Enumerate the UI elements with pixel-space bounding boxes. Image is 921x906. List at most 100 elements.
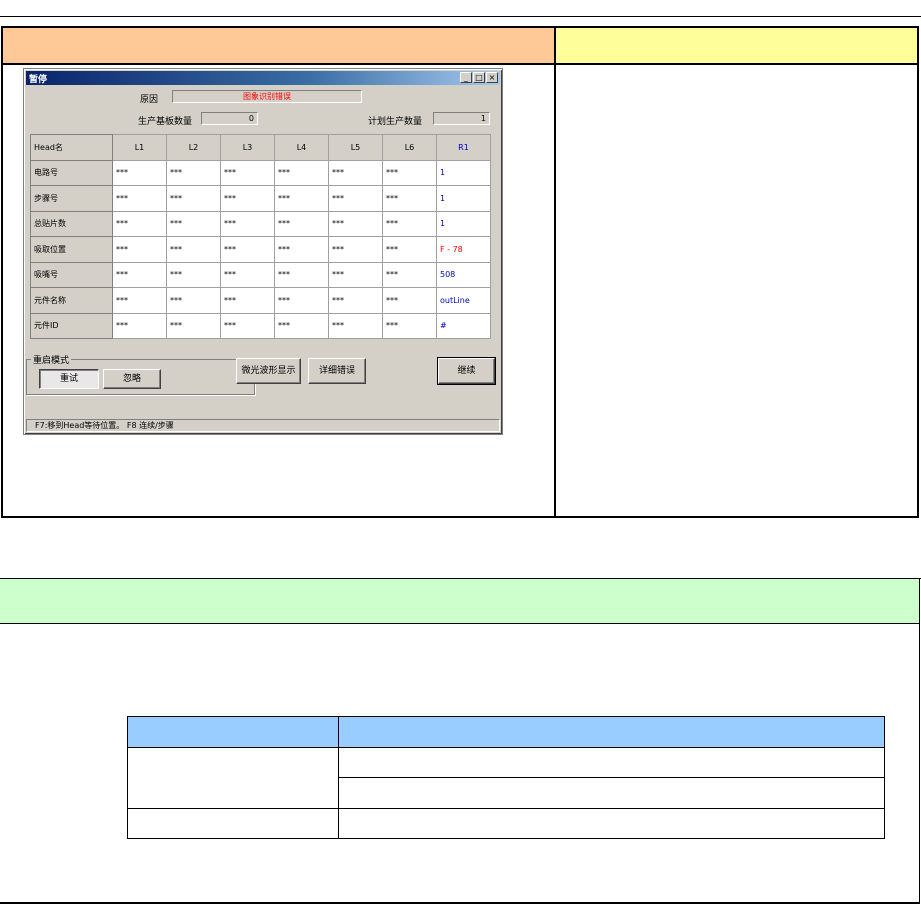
table-cell: *** bbox=[274, 210, 329, 237]
restart-mode-label: 重启模式 bbox=[31, 353, 72, 366]
column-header: R1 bbox=[436, 134, 491, 161]
info-cell bbox=[338, 777, 885, 809]
table-cell: *** bbox=[328, 159, 383, 186]
table-cell: F - 78 bbox=[436, 236, 491, 263]
table-cell: *** bbox=[220, 236, 275, 263]
info-table bbox=[127, 716, 885, 839]
table-cell: *** bbox=[328, 261, 383, 288]
close-icon[interactable]: × bbox=[486, 72, 498, 83]
skip-button[interactable]: 忽略 bbox=[103, 369, 161, 389]
table-cell: *** bbox=[382, 210, 437, 237]
retry-button[interactable]: 重试 bbox=[39, 369, 99, 389]
status-bar: F7:移到Head等待位置。 F8 连续/步骤 bbox=[26, 419, 500, 432]
info-cell bbox=[338, 746, 885, 778]
table-cell: *** bbox=[166, 287, 221, 314]
upper-right-header bbox=[556, 28, 917, 65]
table-cell: *** bbox=[274, 159, 329, 186]
table-cell: *** bbox=[274, 312, 329, 339]
table-cell: *** bbox=[328, 287, 383, 314]
column-header: L4 bbox=[274, 134, 329, 161]
continue-button[interactable]: 继续 bbox=[437, 357, 496, 385]
reason-field: 图象识别错误 bbox=[172, 90, 362, 103]
table-cell: *** bbox=[112, 261, 167, 288]
table-row: 吸取位置 *** *** *** *** *** *** F - 78 bbox=[30, 236, 491, 263]
table-cell: *** bbox=[220, 185, 275, 212]
table-cell: *** bbox=[274, 261, 329, 288]
table-cell: *** bbox=[166, 236, 221, 263]
detail-error-button[interactable]: 详细错误 bbox=[308, 358, 366, 384]
row-header: 吸嘴号 bbox=[30, 261, 113, 288]
dialog-title: 暂停 bbox=[29, 75, 48, 85]
upper-left-header bbox=[3, 28, 556, 65]
column-header: L1 bbox=[112, 134, 167, 161]
table-cell: *** bbox=[112, 159, 167, 186]
column-header: L2 bbox=[166, 134, 221, 161]
produced-count-label: 生产基板数量 bbox=[138, 117, 193, 127]
info-table-header-row bbox=[127, 716, 885, 748]
row-header: 元件ID bbox=[30, 312, 113, 339]
table-row: 步骤号 *** *** *** *** *** *** 1 bbox=[30, 185, 491, 212]
table-cell: *** bbox=[328, 210, 383, 237]
table-cell: *** bbox=[166, 210, 221, 237]
info-table-row bbox=[127, 746, 885, 809]
table-cell: 1 bbox=[436, 210, 491, 237]
table-cell: *** bbox=[274, 185, 329, 212]
minimize-icon[interactable]: _ bbox=[460, 72, 472, 83]
restart-mode-group: 重启模式 重试 忽略 bbox=[26, 353, 255, 395]
table-cell: *** bbox=[166, 261, 221, 288]
table-cell: *** bbox=[382, 312, 437, 339]
row-header: 电路号 bbox=[30, 159, 113, 186]
column-divider bbox=[554, 65, 556, 516]
column-header: L6 bbox=[382, 134, 437, 161]
table-cell: 1 bbox=[436, 185, 491, 212]
table-row: 元件ID *** *** *** *** *** *** # bbox=[30, 312, 491, 339]
dialog-titlebar: 暂停 _ □ × bbox=[26, 71, 500, 85]
pause-dialog: 暂停 _ □ × 原因 图象识别错误 生产基板数量 0 计划生产数量 1 Hea… bbox=[23, 68, 503, 435]
table-cell: *** bbox=[166, 312, 221, 339]
row-header: 总贴片数 bbox=[30, 210, 113, 237]
row-header: 元件名称 bbox=[30, 287, 113, 314]
table-cell: *** bbox=[166, 159, 221, 186]
table-corner: Head名 bbox=[30, 134, 113, 161]
table-header-row: Head名 L1 L2 L3 L4 L5 L6 R1 bbox=[30, 134, 491, 161]
table-cell: *** bbox=[274, 287, 329, 314]
table-cell: *** bbox=[328, 236, 383, 263]
table-cell: *** bbox=[274, 236, 329, 263]
row-header: 吸取位置 bbox=[30, 236, 113, 263]
table-cell: *** bbox=[112, 236, 167, 263]
planned-count-label: 计划生产数量 bbox=[368, 117, 423, 127]
row-header: 步骤号 bbox=[30, 185, 113, 212]
info-cell bbox=[338, 807, 885, 839]
table-cell: *** bbox=[112, 185, 167, 212]
table-cell: *** bbox=[220, 159, 275, 186]
produced-count-field: 0 bbox=[201, 112, 258, 125]
info-table-row bbox=[127, 807, 885, 839]
column-header: L5 bbox=[328, 134, 383, 161]
table-cell: 508 bbox=[436, 261, 491, 288]
info-cell bbox=[127, 807, 339, 839]
table-cell: *** bbox=[382, 159, 437, 186]
table-row: 电路号 *** *** *** *** *** *** 1 bbox=[30, 159, 491, 186]
maximize-icon[interactable]: □ bbox=[473, 72, 485, 83]
column-header: L3 bbox=[220, 134, 275, 161]
reason-label: 原因 bbox=[140, 95, 159, 105]
table-cell: *** bbox=[382, 287, 437, 314]
table-cell: *** bbox=[328, 312, 383, 339]
table-cell: *** bbox=[382, 261, 437, 288]
table-cell: *** bbox=[328, 185, 383, 212]
table-cell: *** bbox=[112, 210, 167, 237]
info-cell bbox=[127, 746, 339, 809]
planned-count-field: 1 bbox=[433, 112, 490, 125]
table-row: 吸嘴号 *** *** *** *** *** *** 508 bbox=[30, 261, 491, 288]
table-cell: *** bbox=[112, 312, 167, 339]
table-cell: 1 bbox=[436, 159, 491, 186]
table-cell: *** bbox=[220, 287, 275, 314]
table-cell: *** bbox=[112, 287, 167, 314]
table-cell: *** bbox=[382, 236, 437, 263]
show-shape-button[interactable]: 微光波形显示 bbox=[236, 358, 301, 384]
info-header-cell bbox=[127, 716, 339, 748]
table-row: 总贴片数 *** *** *** *** *** *** 1 bbox=[30, 210, 491, 237]
lower-header bbox=[0, 579, 920, 624]
table-cell: *** bbox=[220, 210, 275, 237]
head-info-table: Head名 L1 L2 L3 L4 L5 L6 R1 电路号 *** *** *… bbox=[30, 134, 491, 339]
